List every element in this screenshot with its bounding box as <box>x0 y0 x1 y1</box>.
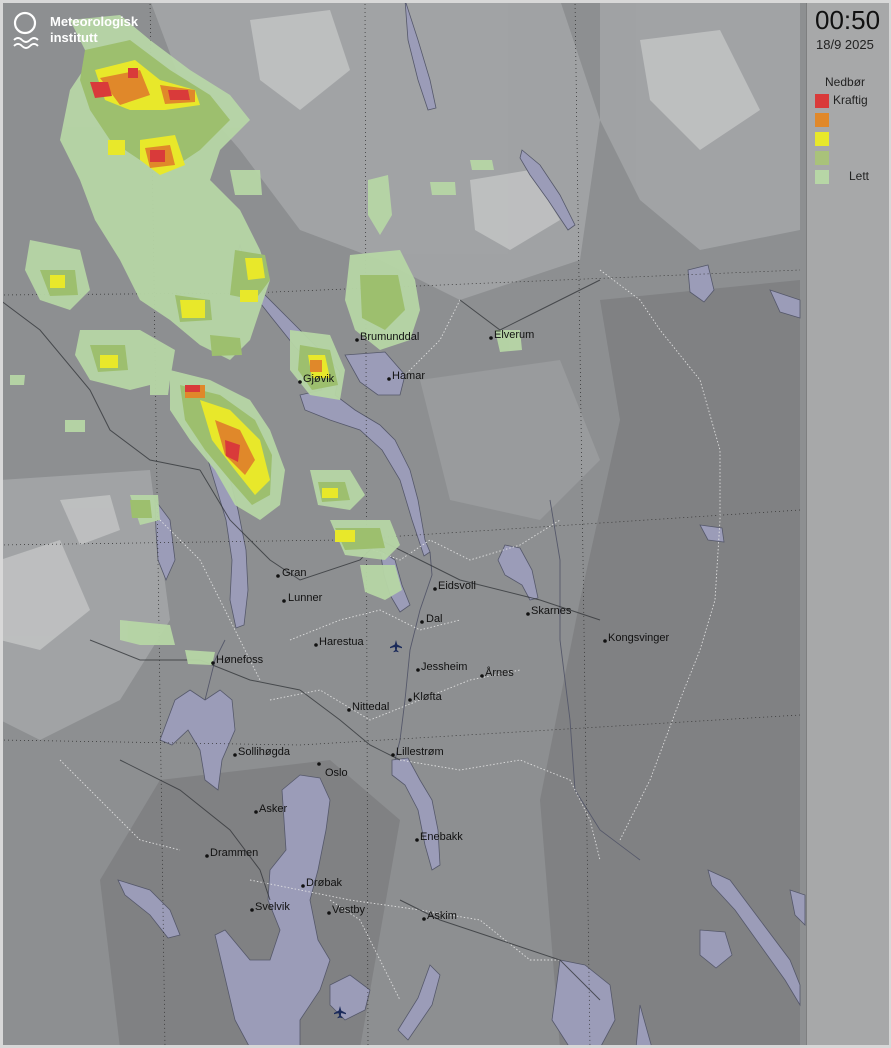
place-label-klofta: Kløfta <box>413 691 443 703</box>
place-label-elverum: Elverum <box>494 329 534 341</box>
place-label-askim: Askim <box>427 910 457 922</box>
place-label-lunner: Lunner <box>288 592 323 604</box>
met-logo-icon <box>13 11 39 49</box>
place-label-harestua: Harestua <box>319 636 365 648</box>
logo-line1: Meteorologisk <box>50 14 139 29</box>
place-label-drobak: Drøbak <box>306 877 343 889</box>
logo-line2: institutt <box>50 30 98 45</box>
met-logo-text: Meteorologisk institutt <box>50 14 138 46</box>
info-panel: 00:50 18/9 2025 Nedbør Kraftig Lett <box>806 3 889 1045</box>
place-label-enebakk: Enebakk <box>420 831 463 843</box>
radar-map[interactable]: Brumunddal Elverum Gjøvik Hamar Gran Lun… <box>0 0 891 1048</box>
legend-swatch-3 <box>815 132 829 146</box>
legend-title: Nedbør <box>825 75 866 89</box>
place-label-skarnes: Skarnes <box>531 605 572 617</box>
legend-label-kraftig: Kraftig <box>833 93 868 107</box>
legend-swatch-lett <box>815 170 829 184</box>
timestamp-date: 18/9 2025 <box>816 37 874 52</box>
met-logo[interactable]: Meteorologisk institutt <box>12 10 172 55</box>
place-label-brumunddal: Brumunddal <box>360 331 419 343</box>
place-label-svelvik: Svelvik <box>255 901 290 913</box>
place-label-arnes: Årnes <box>485 666 514 679</box>
place-label-vestby: Vestby <box>332 904 366 916</box>
timestamp-time: 00:50 <box>815 5 881 35</box>
place-label-gjovik: Gjøvik <box>303 373 335 385</box>
place-label-honefoss: Hønefoss <box>216 654 264 666</box>
place-label-jessheim: Jessheim <box>421 661 467 673</box>
place-label-gran: Gran <box>282 567 306 579</box>
place-label-asker: Asker <box>259 803 287 815</box>
place-label-hamar: Hamar <box>392 370 425 382</box>
place-label-nittedal: Nittedal <box>352 701 389 713</box>
place-label-dal: Dal <box>426 613 443 625</box>
place-label-eidsvoll: Eidsvoll <box>438 580 476 592</box>
place-label-sollihogda: Sollihøgda <box>238 746 291 758</box>
place-label-lillestrom: Lillestrøm <box>396 746 444 758</box>
legend-swatch-4 <box>815 151 829 165</box>
place-label-oslo: Oslo <box>325 767 348 779</box>
place-label-drammen: Drammen <box>210 847 258 859</box>
legend-label-lett: Lett <box>849 169 870 183</box>
legend-swatch-kraftig <box>815 94 829 108</box>
legend-swatch-2 <box>815 113 829 127</box>
place-label-kongsvinger: Kongsvinger <box>608 632 669 644</box>
